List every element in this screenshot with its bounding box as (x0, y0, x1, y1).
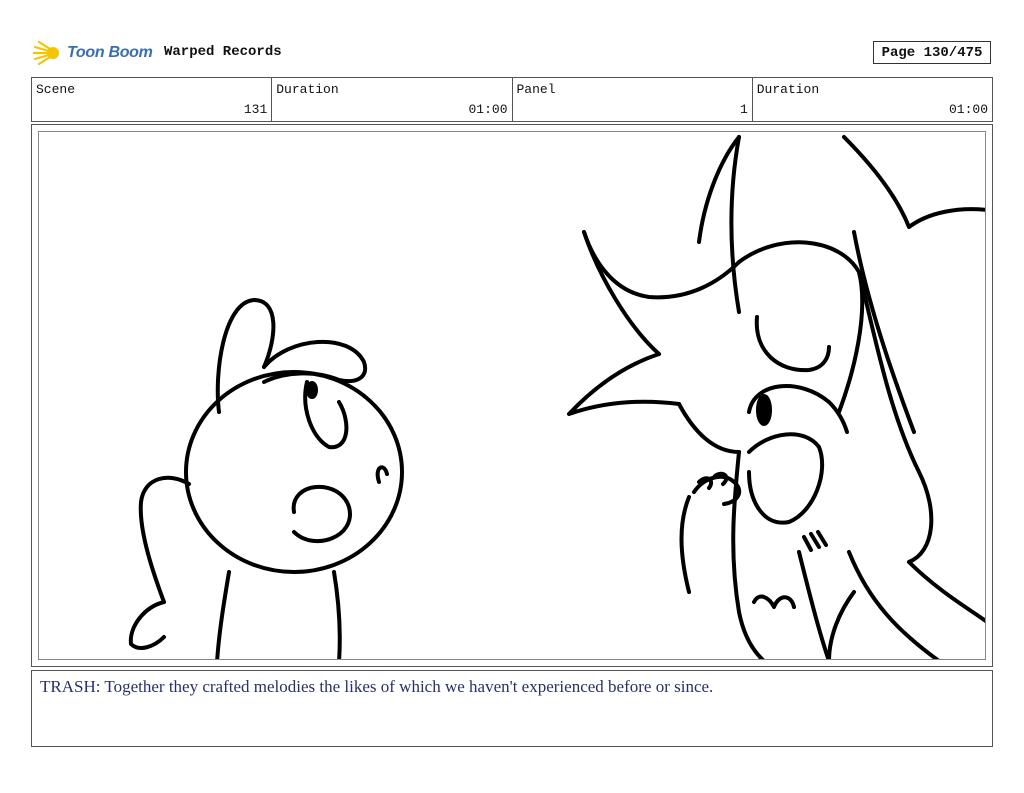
panel-duration-cell: Duration 01:00 (753, 78, 992, 121)
panel-value: 1 (739, 102, 748, 117)
caption-box: TRASH: Together they crafted melodies th… (31, 670, 993, 747)
project-title: Warped Records (164, 44, 282, 60)
panel-image (38, 131, 986, 660)
scene-duration-value: 01:00 (468, 102, 508, 117)
page-indicator: Page 130/475 (873, 41, 991, 64)
scene-info-row: Scene 131 Duration 01:00 Panel 1 Duratio… (31, 77, 993, 122)
storyboard-sketch-icon (128, 135, 985, 659)
panel-label: Panel (516, 82, 556, 97)
scene-duration-cell: Duration 01:00 (272, 78, 513, 121)
panel-duration-label: Duration (756, 82, 820, 97)
scene-label: Scene (36, 82, 76, 97)
scene-cell: Scene 131 (32, 78, 273, 121)
panel-duration-value: 01:00 (948, 102, 988, 117)
toon-boom-logo: Toon Boom (33, 38, 153, 68)
dialogue-caption: TRASH: Together they crafted melodies th… (40, 677, 714, 696)
scene-duration-label: Duration (276, 82, 339, 97)
toon-boom-logo-icon (33, 40, 59, 66)
panel-frame (31, 124, 993, 667)
logo-text: Toon Boom (67, 44, 153, 61)
panel-cell: Panel 1 (513, 78, 753, 121)
scene-value: 131 (243, 102, 268, 117)
